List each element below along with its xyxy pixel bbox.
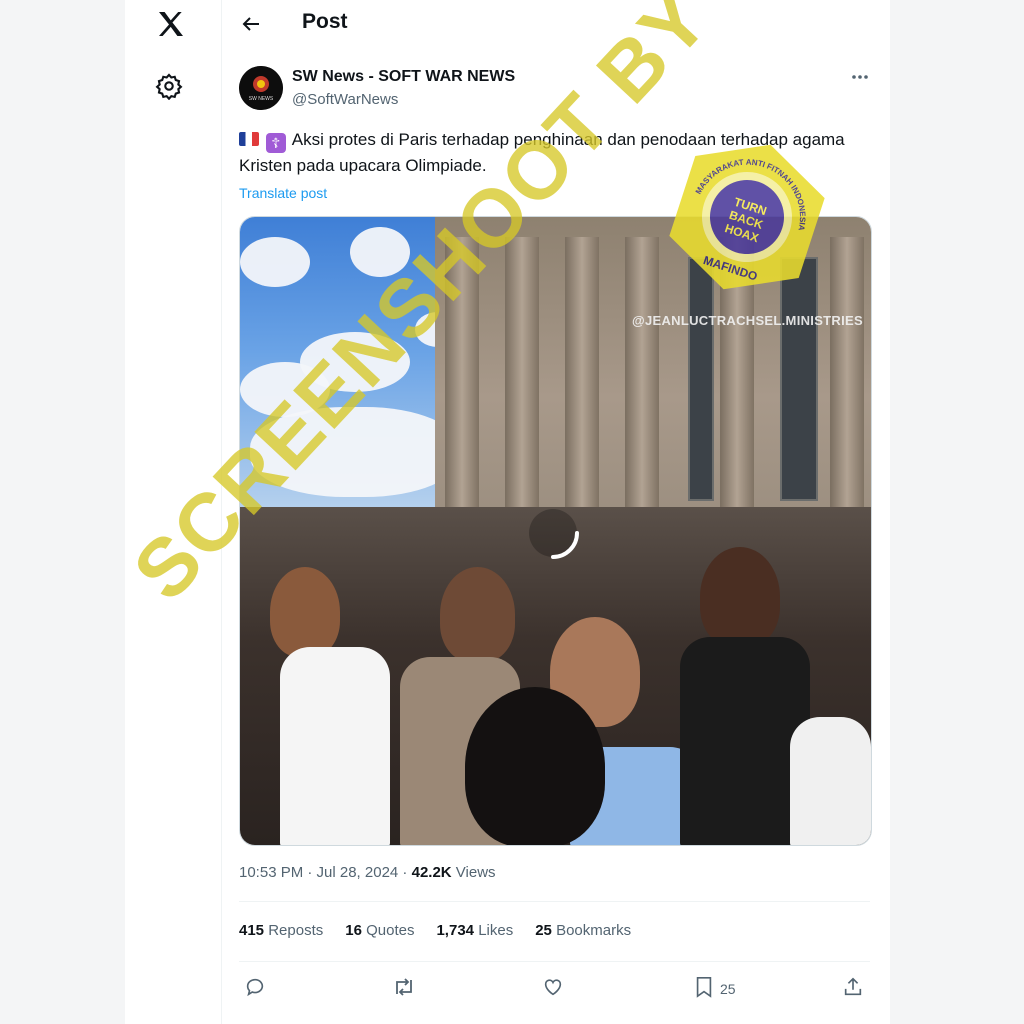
heart-icon bbox=[542, 976, 564, 1001]
france-flag-icon bbox=[239, 132, 259, 146]
post-video[interactable]: @JEANLUCTRACHSEL.MINISTRIES bbox=[239, 216, 872, 846]
avatar[interactable]: SW NEWS bbox=[239, 66, 283, 110]
bookmarks-stat[interactable]: 25 Bookmarks bbox=[535, 922, 631, 939]
like-button[interactable] bbox=[542, 976, 564, 1001]
x-logo-icon[interactable] bbox=[155, 8, 187, 40]
repost-button[interactable] bbox=[392, 976, 416, 1001]
reposts-stat[interactable]: 415 Reposts bbox=[239, 922, 323, 939]
back-arrow-icon[interactable] bbox=[239, 12, 263, 36]
author-handle[interactable]: @SoftWarNews bbox=[292, 91, 398, 108]
bookmark-count: 25 bbox=[720, 980, 736, 997]
more-options-icon[interactable] bbox=[849, 66, 871, 88]
page-title: Post bbox=[302, 10, 348, 33]
author-name[interactable]: SW News - SOFT WAR NEWS bbox=[292, 68, 515, 86]
quotes-stat[interactable]: 16 Quotes bbox=[345, 922, 414, 939]
bookmark-button[interactable]: 25 bbox=[694, 976, 736, 1001]
engagement-stats: 415 Reposts 16 Quotes 1,734 Likes 25 Boo… bbox=[239, 922, 631, 939]
video-overlay-handle: @JEANLUCTRACHSEL.MINISTRIES bbox=[632, 313, 863, 328]
orthodox-cross-icon: ☦ bbox=[265, 133, 286, 153]
share-button[interactable] bbox=[842, 976, 864, 1001]
gear-icon[interactable] bbox=[155, 72, 183, 100]
views-label: Views bbox=[451, 864, 496, 881]
post-time[interactable]: 10:53 PM · Jul 28, 2024 · bbox=[239, 864, 412, 881]
views-count: 42.2K bbox=[411, 864, 452, 881]
top-bar: Post bbox=[222, 0, 890, 48]
reply-button[interactable] bbox=[244, 976, 266, 1001]
reply-icon bbox=[244, 976, 266, 1001]
loading-spinner-icon bbox=[523, 503, 583, 563]
avatar-text: SW NEWS bbox=[249, 96, 274, 102]
divider bbox=[239, 901, 870, 902]
bookmark-icon bbox=[694, 976, 714, 1001]
action-bar: 25 bbox=[239, 972, 870, 1006]
likes-stat[interactable]: 1,734 Likes bbox=[436, 922, 513, 939]
translate-post-link[interactable]: Translate post bbox=[239, 185, 327, 201]
share-icon bbox=[842, 976, 864, 1001]
mafindo-badge-logo: TURN BACK HOAX MASYARAKAT ANTI FITNAH IN… bbox=[665, 135, 830, 300]
divider bbox=[239, 961, 870, 962]
post-timestamp: 10:53 PM · Jul 28, 2024 · 42.2K Views bbox=[239, 864, 496, 881]
repost-icon bbox=[392, 976, 416, 1001]
